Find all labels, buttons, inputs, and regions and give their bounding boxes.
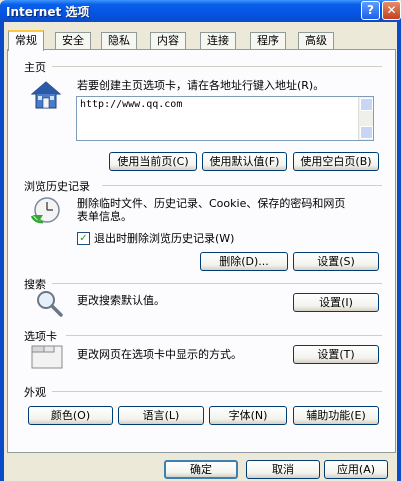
home-group-label: 主页 bbox=[24, 61, 46, 74]
scroll-up-icon[interactable] bbox=[360, 98, 373, 111]
tab-advanced[interactable]: 高级 bbox=[298, 32, 334, 49]
tabs-group-divider bbox=[66, 335, 382, 336]
ok-button[interactable]: 确定 bbox=[164, 460, 238, 479]
tab-content[interactable]: 内容 bbox=[150, 32, 186, 49]
history-group-label: 浏览历史记录 bbox=[24, 180, 90, 193]
home-page-url-input[interactable]: http://www.qq.com bbox=[76, 96, 374, 141]
tabbed-window-icon bbox=[30, 342, 64, 373]
tab-privacy[interactable]: 隐私 bbox=[101, 32, 137, 49]
history-clock-icon bbox=[30, 195, 64, 228]
tab-programs[interactable]: 程序 bbox=[250, 32, 286, 49]
search-description: 更改搜索默认值。 bbox=[77, 294, 165, 307]
close-button[interactable]: ✕ bbox=[382, 1, 401, 20]
appearance-group-label: 外观 bbox=[24, 386, 46, 399]
magnifier-icon bbox=[34, 288, 64, 321]
home-page-url-value: http://www.qq.com bbox=[80, 99, 183, 110]
history-description-line2: 表单信息。 bbox=[77, 210, 132, 223]
home-description: 若要创建主页选项卡，请在各地址行键入地址(R)。 bbox=[77, 79, 325, 92]
window-title: Internet 选项 bbox=[6, 5, 90, 19]
accessibility-button[interactable]: 辅助功能(E) bbox=[293, 406, 379, 425]
delete-history-button[interactable]: 删除(D)... bbox=[200, 252, 288, 271]
delete-history-on-exit-checkbox[interactable]: ✓ bbox=[77, 232, 90, 245]
appearance-group-divider bbox=[52, 391, 382, 392]
use-current-button[interactable]: 使用当前页(C) bbox=[109, 152, 197, 171]
tab-security[interactable]: 安全 bbox=[55, 32, 91, 49]
help-button[interactable]: ? bbox=[361, 1, 380, 20]
use-default-button[interactable]: 使用默认值(F) bbox=[202, 152, 287, 171]
search-group-divider bbox=[52, 283, 382, 284]
tab-connections[interactable]: 连接 bbox=[200, 32, 236, 49]
home-group-divider bbox=[52, 66, 382, 67]
title-bar[interactable]: Internet 选项 ? ✕ bbox=[0, 0, 401, 22]
colors-button[interactable]: 颜色(O) bbox=[28, 406, 113, 425]
window-frame-right bbox=[397, 22, 401, 481]
use-blank-button[interactable]: 使用空白页(B) bbox=[293, 152, 379, 171]
window-frame-left bbox=[0, 22, 4, 481]
history-description-line1: 删除临时文件、历史记录、Cookie、保存的密码和网页 bbox=[77, 197, 346, 210]
scroll-down-icon[interactable] bbox=[360, 126, 373, 139]
languages-button[interactable]: 语言(L) bbox=[118, 406, 204, 425]
house-icon bbox=[30, 80, 62, 113]
cancel-button[interactable]: 取消 bbox=[246, 460, 320, 479]
history-settings-button[interactable]: 设置(S) bbox=[293, 252, 379, 271]
history-group-divider bbox=[102, 185, 382, 186]
apply-button[interactable]: 应用(A) bbox=[324, 460, 388, 479]
fonts-button[interactable]: 字体(N) bbox=[209, 406, 287, 425]
delete-history-on-exit-label[interactable]: 退出时删除浏览历史记录(W) bbox=[94, 232, 234, 246]
search-settings-button[interactable]: 设置(I) bbox=[293, 293, 379, 312]
tabs-settings-button[interactable]: 设置(T) bbox=[293, 345, 379, 364]
tabs-description: 更改网页在选项卡中显示的方式。 bbox=[77, 348, 242, 361]
url-scrollbar[interactable] bbox=[358, 97, 373, 140]
tab-general[interactable]: 常规 bbox=[8, 30, 44, 51]
